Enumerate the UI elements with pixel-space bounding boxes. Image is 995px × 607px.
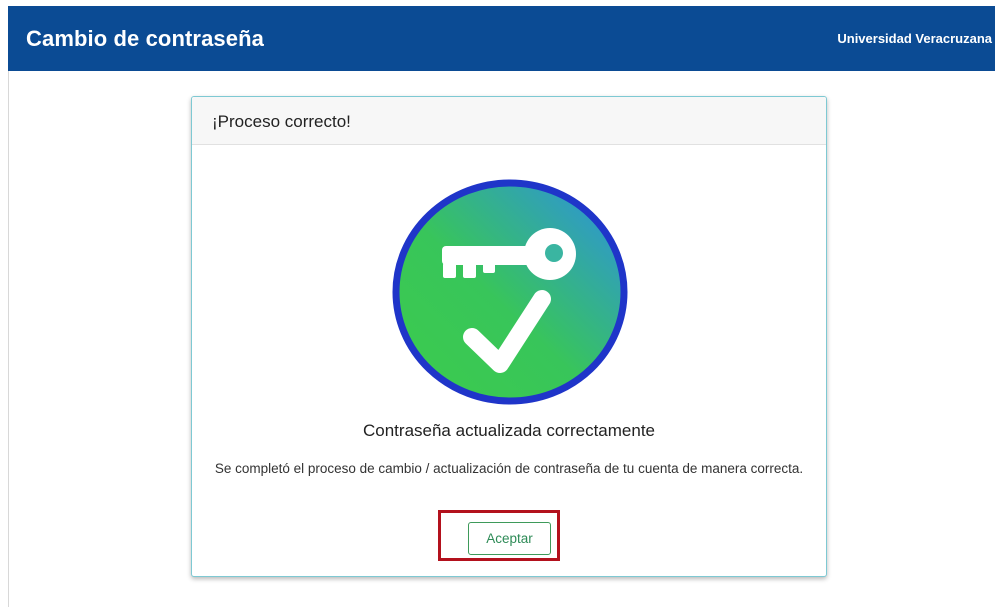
success-dialog: ¡Proceso correcto! Contraseña actualizad…	[191, 96, 827, 577]
app-header: Cambio de contraseña Universidad Veracru…	[8, 6, 995, 71]
key-checkmark-icon	[392, 179, 628, 405]
dialog-title: ¡Proceso correcto!	[212, 112, 351, 131]
dialog-header: ¡Proceso correcto!	[192, 97, 826, 145]
left-divider	[8, 71, 9, 607]
message-body: Se completó el proceso de cambio / actua…	[214, 461, 804, 476]
organization-name: Universidad Veracruzana	[837, 31, 992, 46]
message-title: Contraseña actualizada correctamente	[363, 421, 655, 440]
accept-button[interactable]: Aceptar	[468, 522, 551, 555]
page-title: Cambio de contraseña	[26, 26, 264, 51]
